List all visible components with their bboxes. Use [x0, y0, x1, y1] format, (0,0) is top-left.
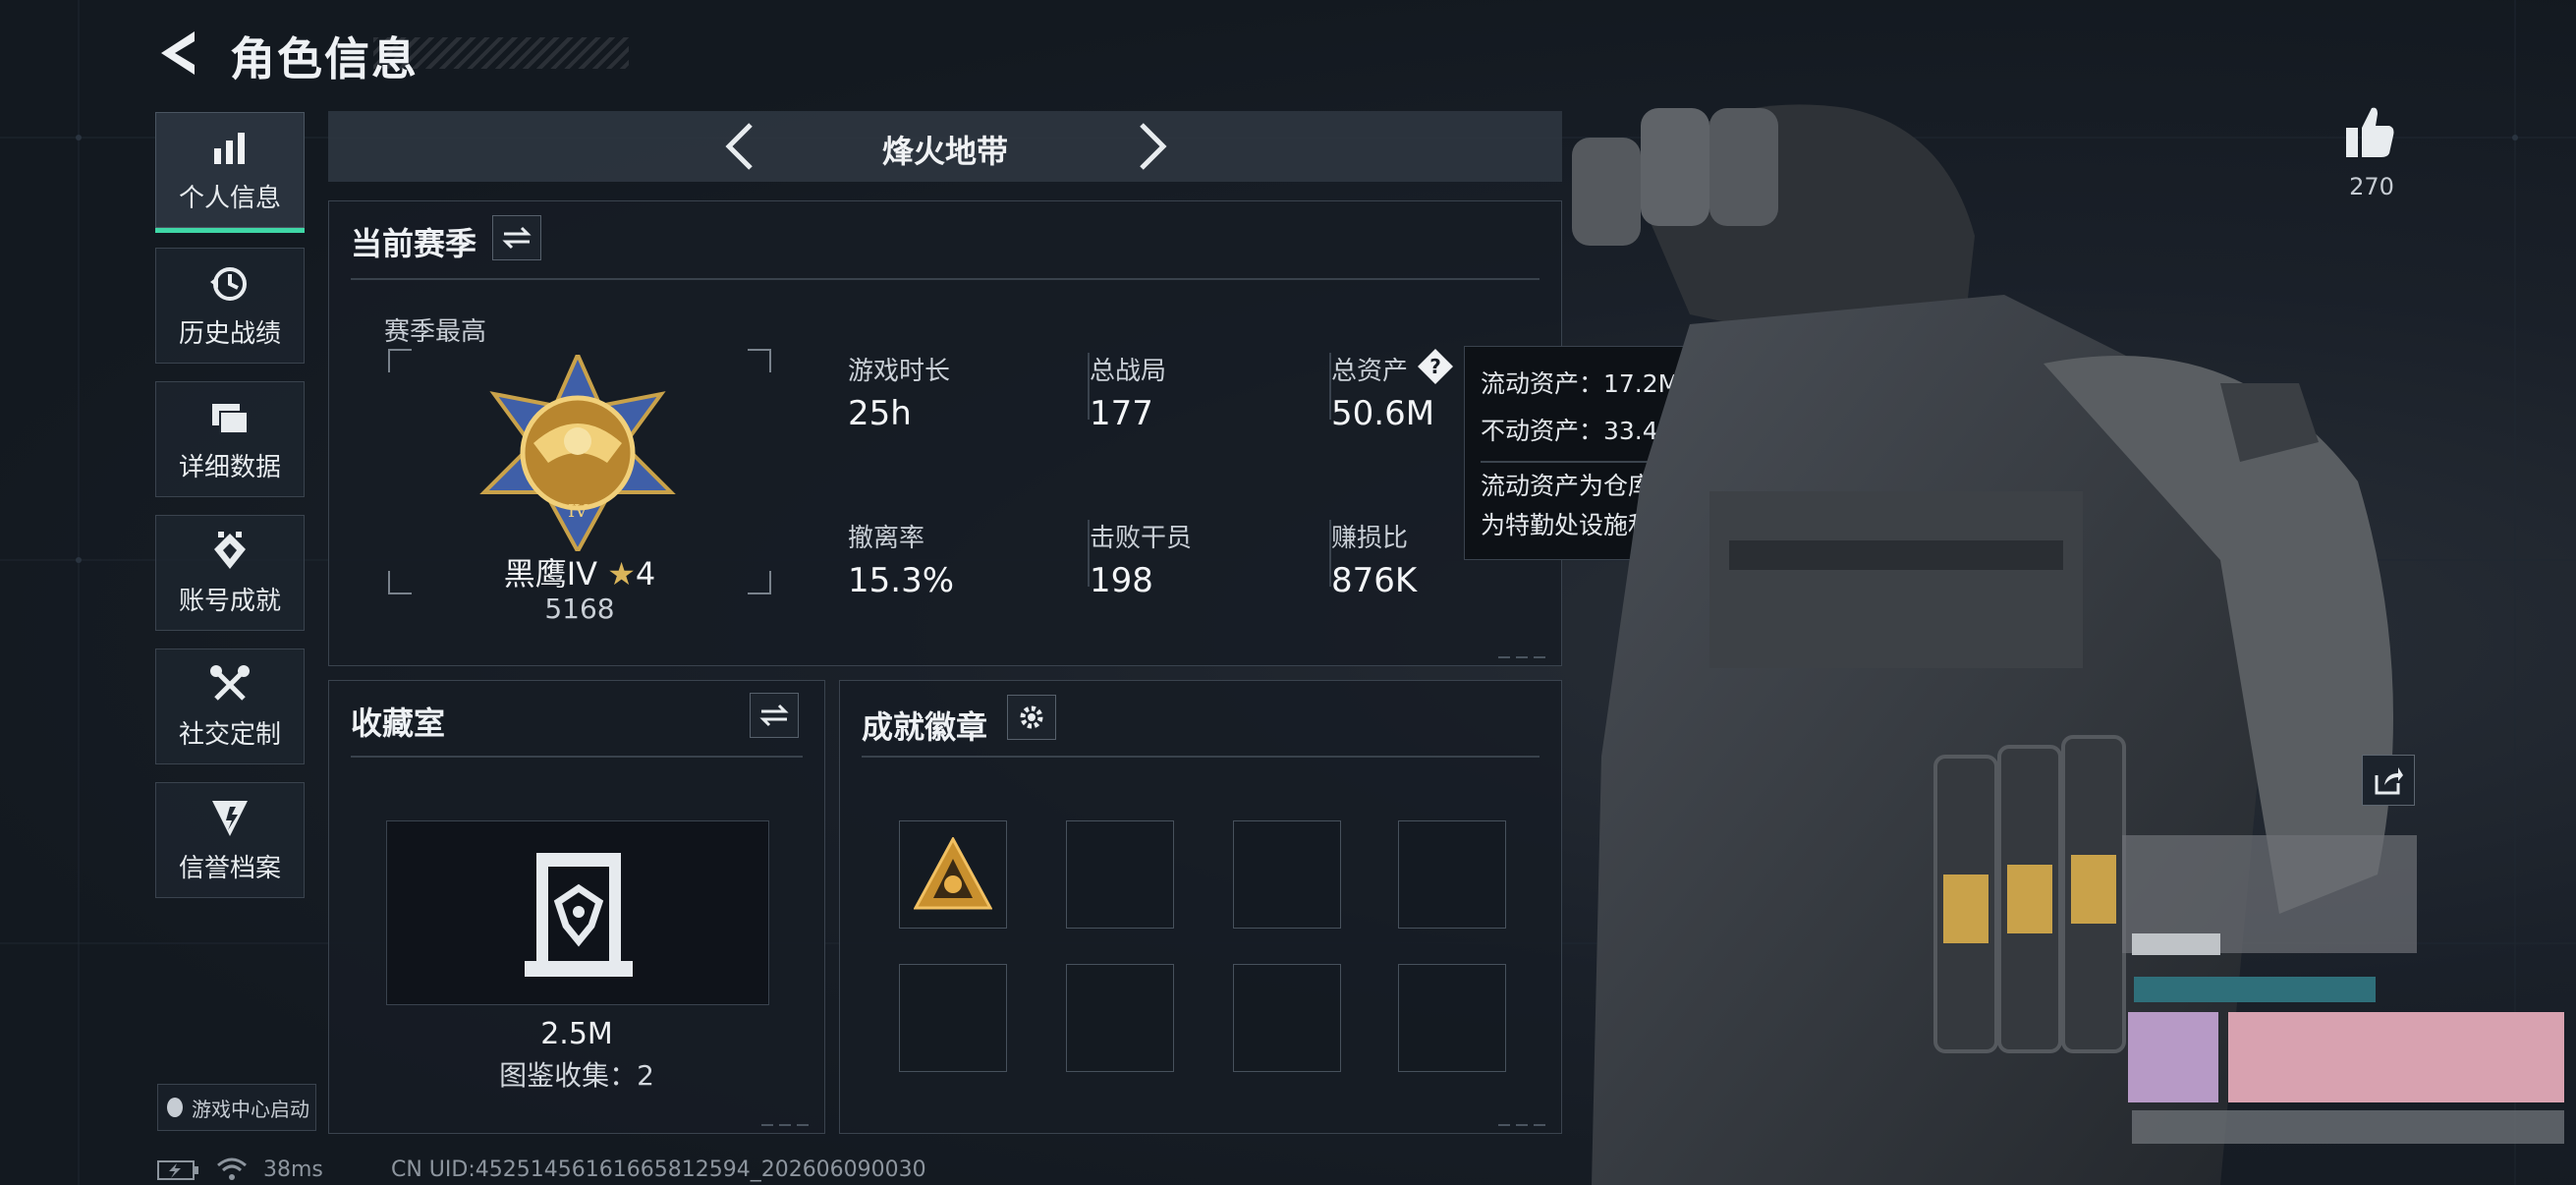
rank-name: 黑鹰IV: [503, 555, 598, 592]
battery-icon: [157, 1160, 198, 1180]
corner-decoration: [761, 1124, 809, 1126]
sidebar-item-label: 信誉档案: [178, 853, 281, 883]
rank-title: 黑鹰IV ★4: [388, 549, 771, 594]
stat-label: 赚损比: [1331, 524, 1409, 553]
sidebar-item-personal-info[interactable]: 个人信息: [155, 112, 305, 233]
history-icon: [210, 266, 247, 301]
share-icon: [2375, 767, 2403, 795]
svg-text:?: ?: [1429, 355, 1441, 378]
stat-value: 876K: [1331, 561, 1418, 600]
stat-value: 177: [1090, 394, 1153, 433]
stat-value: 50.6M: [1331, 394, 1435, 433]
back-arrow-icon[interactable]: [155, 28, 204, 79]
share-button[interactable]: [2362, 755, 2415, 806]
like-count: 270: [2349, 173, 2394, 200]
achievement-badge-icon: [914, 837, 992, 910]
game-center-launch[interactable]: 游戏中心启动: [157, 1084, 316, 1131]
collection-room-preview[interactable]: [386, 820, 769, 1005]
season-panel: 当前赛季 赛季最高 IV 黑鹰IV ★4 5168 游戏时长 25h 总战局 1…: [328, 200, 1562, 666]
ping-text: 38ms: [263, 1157, 323, 1182]
sidebar-item-label: 详细数据: [178, 452, 281, 482]
rank-medal-icon: IV: [479, 355, 676, 551]
badge-slot-empty[interactable]: [1398, 820, 1506, 929]
collection-count: 图鉴收集：2: [499, 1059, 654, 1092]
badges-panel: 成就徽章: [839, 680, 1562, 1134]
operator-character-image: [1572, 104, 2564, 1185]
divider: [351, 756, 803, 758]
swap-icon: [502, 226, 532, 250]
badges-settings-button[interactable]: [1007, 695, 1056, 740]
collection-switch-button[interactable]: [750, 693, 799, 738]
rank-card: IV 黑鹰IV ★4 5168: [388, 349, 771, 625]
stat-value: 198: [1090, 561, 1153, 600]
gear-icon: [1020, 705, 1043, 729]
tools-icon: [210, 664, 250, 701]
season-switch-button[interactable]: [492, 215, 541, 260]
collection-panel: 收藏室 2.5M 图鉴收集：2: [328, 680, 825, 1134]
bar-chart-icon: [214, 132, 245, 164]
sidebar-item-label: 社交定制: [178, 719, 281, 750]
help-icon[interactable]: ?: [1416, 347, 1455, 386]
season-panel-title: 当前赛季: [351, 225, 477, 262]
divider: [351, 278, 1540, 280]
badge-slot-empty[interactable]: [1233, 964, 1341, 1072]
title-decoration: [373, 37, 629, 69]
stat-label: 游戏时长: [848, 357, 951, 386]
stat-label: 总资产: [1331, 357, 1409, 386]
badge-slot-empty[interactable]: [899, 964, 1007, 1072]
sidebar-item-social[interactable]: 社交定制: [155, 649, 305, 764]
rank-stars: 4: [635, 555, 656, 592]
sidebar-item-label: 账号成就: [178, 586, 281, 616]
divider: [862, 756, 1540, 758]
credit-icon: [212, 800, 248, 836]
stat-value: 15.3%: [848, 561, 955, 600]
season-best-label: 赛季最高: [384, 317, 487, 347]
sidebar-item-credit[interactable]: 信誉档案: [155, 782, 305, 898]
badge-slot-empty[interactable]: [1233, 820, 1341, 929]
thumbs-up-icon[interactable]: [2344, 104, 2395, 159]
next-mode-arrow-icon[interactable]: [1130, 121, 1173, 172]
stat-label: 总战局: [1090, 357, 1167, 386]
badges-title: 成就徽章: [862, 708, 988, 746]
rank-score: 5168: [544, 592, 615, 625]
stat-label: 击败干员: [1090, 524, 1193, 553]
game-center-label: 游戏中心启动: [192, 1097, 309, 1121]
sidebar-item-history[interactable]: 历史战绩: [155, 248, 305, 364]
uid-text: CN UID:45251456161665812594_202606090030: [391, 1157, 926, 1182]
qq-penguin-icon: [167, 1098, 183, 1117]
badge-slot[interactable]: [899, 820, 1007, 929]
badge-slot-empty[interactable]: [1398, 964, 1506, 1072]
svg-text:IV: IV: [568, 501, 588, 522]
stat-value: 25h: [848, 394, 912, 433]
display-case-icon: [525, 853, 633, 977]
wifi-icon: [217, 1157, 247, 1180]
achievement-icon: [214, 531, 246, 569]
swap-icon: [759, 704, 789, 727]
sidebar-item-detailed-data[interactable]: 详细数据: [155, 381, 305, 497]
mode-title: 烽火地带: [881, 133, 1008, 170]
sidebar-item-label: 个人信息: [178, 183, 281, 213]
sidebar-item-achievements[interactable]: 账号成就: [155, 515, 305, 631]
mode-switcher: 烽火地带: [328, 111, 1562, 182]
collection-title: 收藏室: [351, 705, 446, 742]
collection-value: 2.5M: [540, 1017, 613, 1051]
badge-slot-empty[interactable]: [1066, 820, 1174, 929]
folder-icon: [212, 403, 249, 434]
sidebar-item-label: 历史战绩: [178, 318, 281, 349]
badge-slot-empty[interactable]: [1066, 964, 1174, 1072]
stat-label: 撤离率: [848, 524, 925, 553]
star-icon: ★: [607, 555, 636, 592]
